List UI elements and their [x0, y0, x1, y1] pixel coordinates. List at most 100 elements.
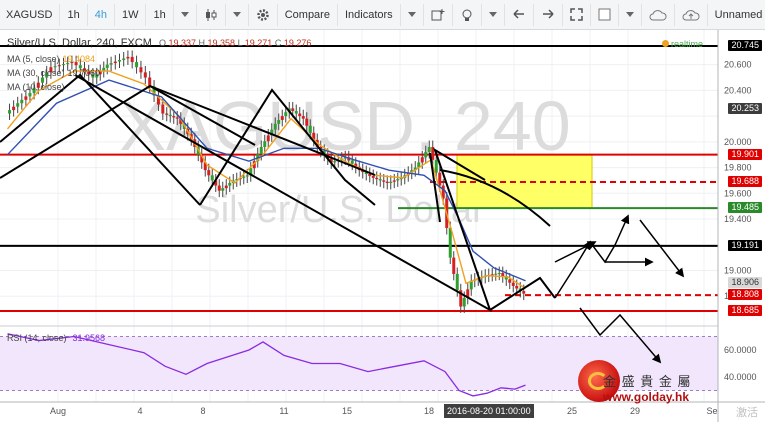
ohlc-l-label: L [237, 38, 243, 48]
ma10-legend: MA (10, close) [7, 82, 65, 92]
indicators-button[interactable]: Indicators [338, 3, 401, 26]
candle-body [280, 116, 284, 120]
candle-body [396, 179, 400, 181]
time-tick-label: Se [706, 406, 717, 416]
ohlc-c-value: 19.276 [283, 38, 312, 48]
chart-style-dropdown[interactable] [226, 3, 249, 26]
interval-dropdown[interactable] [174, 3, 197, 26]
cloud-load-button[interactable] [642, 3, 675, 26]
candle-body [448, 228, 452, 258]
interval-4h-button[interactable]: 4h [88, 3, 115, 26]
ohlc-h-label: H [198, 38, 206, 48]
candle-body [12, 106, 16, 111]
candle-body [455, 273, 459, 291]
candle-body [291, 108, 295, 111]
interval-1w-button[interactable]: 1W [115, 3, 147, 26]
price-label: 18.906 [728, 276, 762, 288]
candle-body [515, 285, 519, 289]
candle-body [20, 99, 24, 104]
price-tick-label: 19.600 [724, 188, 752, 198]
cloud-save-button[interactable] [675, 3, 708, 26]
candle-body [118, 60, 121, 62]
ohlc-c-label: C [274, 38, 282, 48]
candle-body [143, 72, 147, 78]
chevron-down-icon [232, 11, 241, 17]
ohlc-readout: O 19.337 H 19.358 L 19.271 C 19.276 [159, 38, 311, 48]
interval-label: 1h [67, 8, 80, 21]
price-label: 18.808 [728, 289, 762, 301]
chevron-down-icon [488, 11, 497, 17]
candle-body [263, 141, 267, 147]
candle-body [24, 96, 28, 100]
cloud-icon [649, 9, 667, 20]
toolbar: XAGUSD 1h 4h 1W 1h Compare Indicators Un… [0, 0, 765, 30]
ma30-legend: MA (30, close) 19.7060 [7, 68, 100, 78]
settings-button[interactable] [249, 3, 278, 26]
time-tick-label: 29 [630, 406, 640, 416]
idea-dropdown[interactable] [482, 3, 505, 26]
ma5-legend: MA (5, close) 19.4084 [7, 54, 95, 64]
rsi-tick-label: 40.0000 [724, 372, 757, 382]
brand-chinese: 金 盛 貴 金 屬 [603, 374, 692, 389]
compare-button[interactable]: Compare [278, 3, 338, 26]
cloud-upload-icon [682, 9, 700, 20]
time-tick-label: 4 [137, 406, 142, 416]
interval-label: 1h [153, 8, 166, 21]
price-tick-label: 20.600 [724, 60, 752, 70]
chevron-down-icon [625, 11, 634, 17]
candle-body [420, 157, 424, 163]
undo-icon [513, 8, 524, 19]
candle-body [294, 110, 298, 114]
expand-icon [569, 8, 583, 21]
brand-url: www.golday.hk [603, 390, 690, 404]
candle-body [434, 159, 438, 173]
layout-name[interactable]: Unnamed [708, 4, 765, 26]
ohlc-l-value: 19.271 [244, 38, 273, 48]
candle-body [175, 117, 179, 119]
square-icon [598, 8, 611, 21]
candle-body [105, 64, 109, 68]
candle-body [371, 175, 375, 178]
candle-body [511, 282, 515, 286]
redo-icon [542, 8, 554, 19]
price-label: 19.191 [728, 239, 762, 251]
candle-body [284, 112, 288, 117]
candle-body [165, 113, 169, 115]
candle-body [452, 257, 456, 274]
interval-1h-button[interactable]: 1h [60, 3, 88, 26]
symbol-input[interactable]: XAGUSD [0, 3, 61, 26]
color-dropdown[interactable] [619, 3, 642, 26]
candle-body [494, 273, 498, 275]
ma30-name: MA (30, close) [7, 68, 65, 78]
undo-button[interactable] [505, 3, 534, 26]
candle-body [161, 104, 165, 114]
candle-body [375, 177, 379, 180]
layout-name-text: Unnamed [714, 8, 763, 21]
interval-label: 4h [94, 8, 107, 21]
alert-plus-icon [431, 8, 445, 20]
candlestick-icon [205, 8, 217, 21]
price-label: 20.253 [728, 103, 762, 115]
interval-1h-alt-button[interactable]: 1h [146, 3, 174, 26]
ohlc-h-value: 19.358 [207, 38, 236, 48]
candle-body [382, 180, 386, 182]
realtime-dot-icon [662, 40, 669, 47]
fullscreen-button[interactable] [563, 3, 591, 26]
crosshair-time-label: 2016-08-20 01:00:00 [444, 404, 534, 418]
idea-button[interactable] [453, 3, 482, 26]
gear-icon [256, 8, 269, 21]
price-tick-label: 20.400 [724, 85, 752, 95]
price-chart[interactable]: XAGUSD, 240 Silver/U.S. Dollar 20.60020.… [0, 30, 765, 422]
candle-body [207, 170, 211, 176]
price-tick-label: 20.000 [724, 137, 752, 147]
candle-body [217, 185, 221, 191]
ma10-name: MA (10, close) [7, 82, 65, 92]
indicators-dropdown[interactable] [401, 3, 424, 26]
chart-style-button[interactable] [197, 3, 226, 26]
candle-body [126, 56, 130, 59]
alert-button[interactable] [424, 3, 453, 26]
color-button[interactable] [591, 3, 619, 26]
redo-button[interactable] [534, 3, 563, 26]
candle-body [424, 152, 428, 158]
candle-body [109, 63, 113, 65]
